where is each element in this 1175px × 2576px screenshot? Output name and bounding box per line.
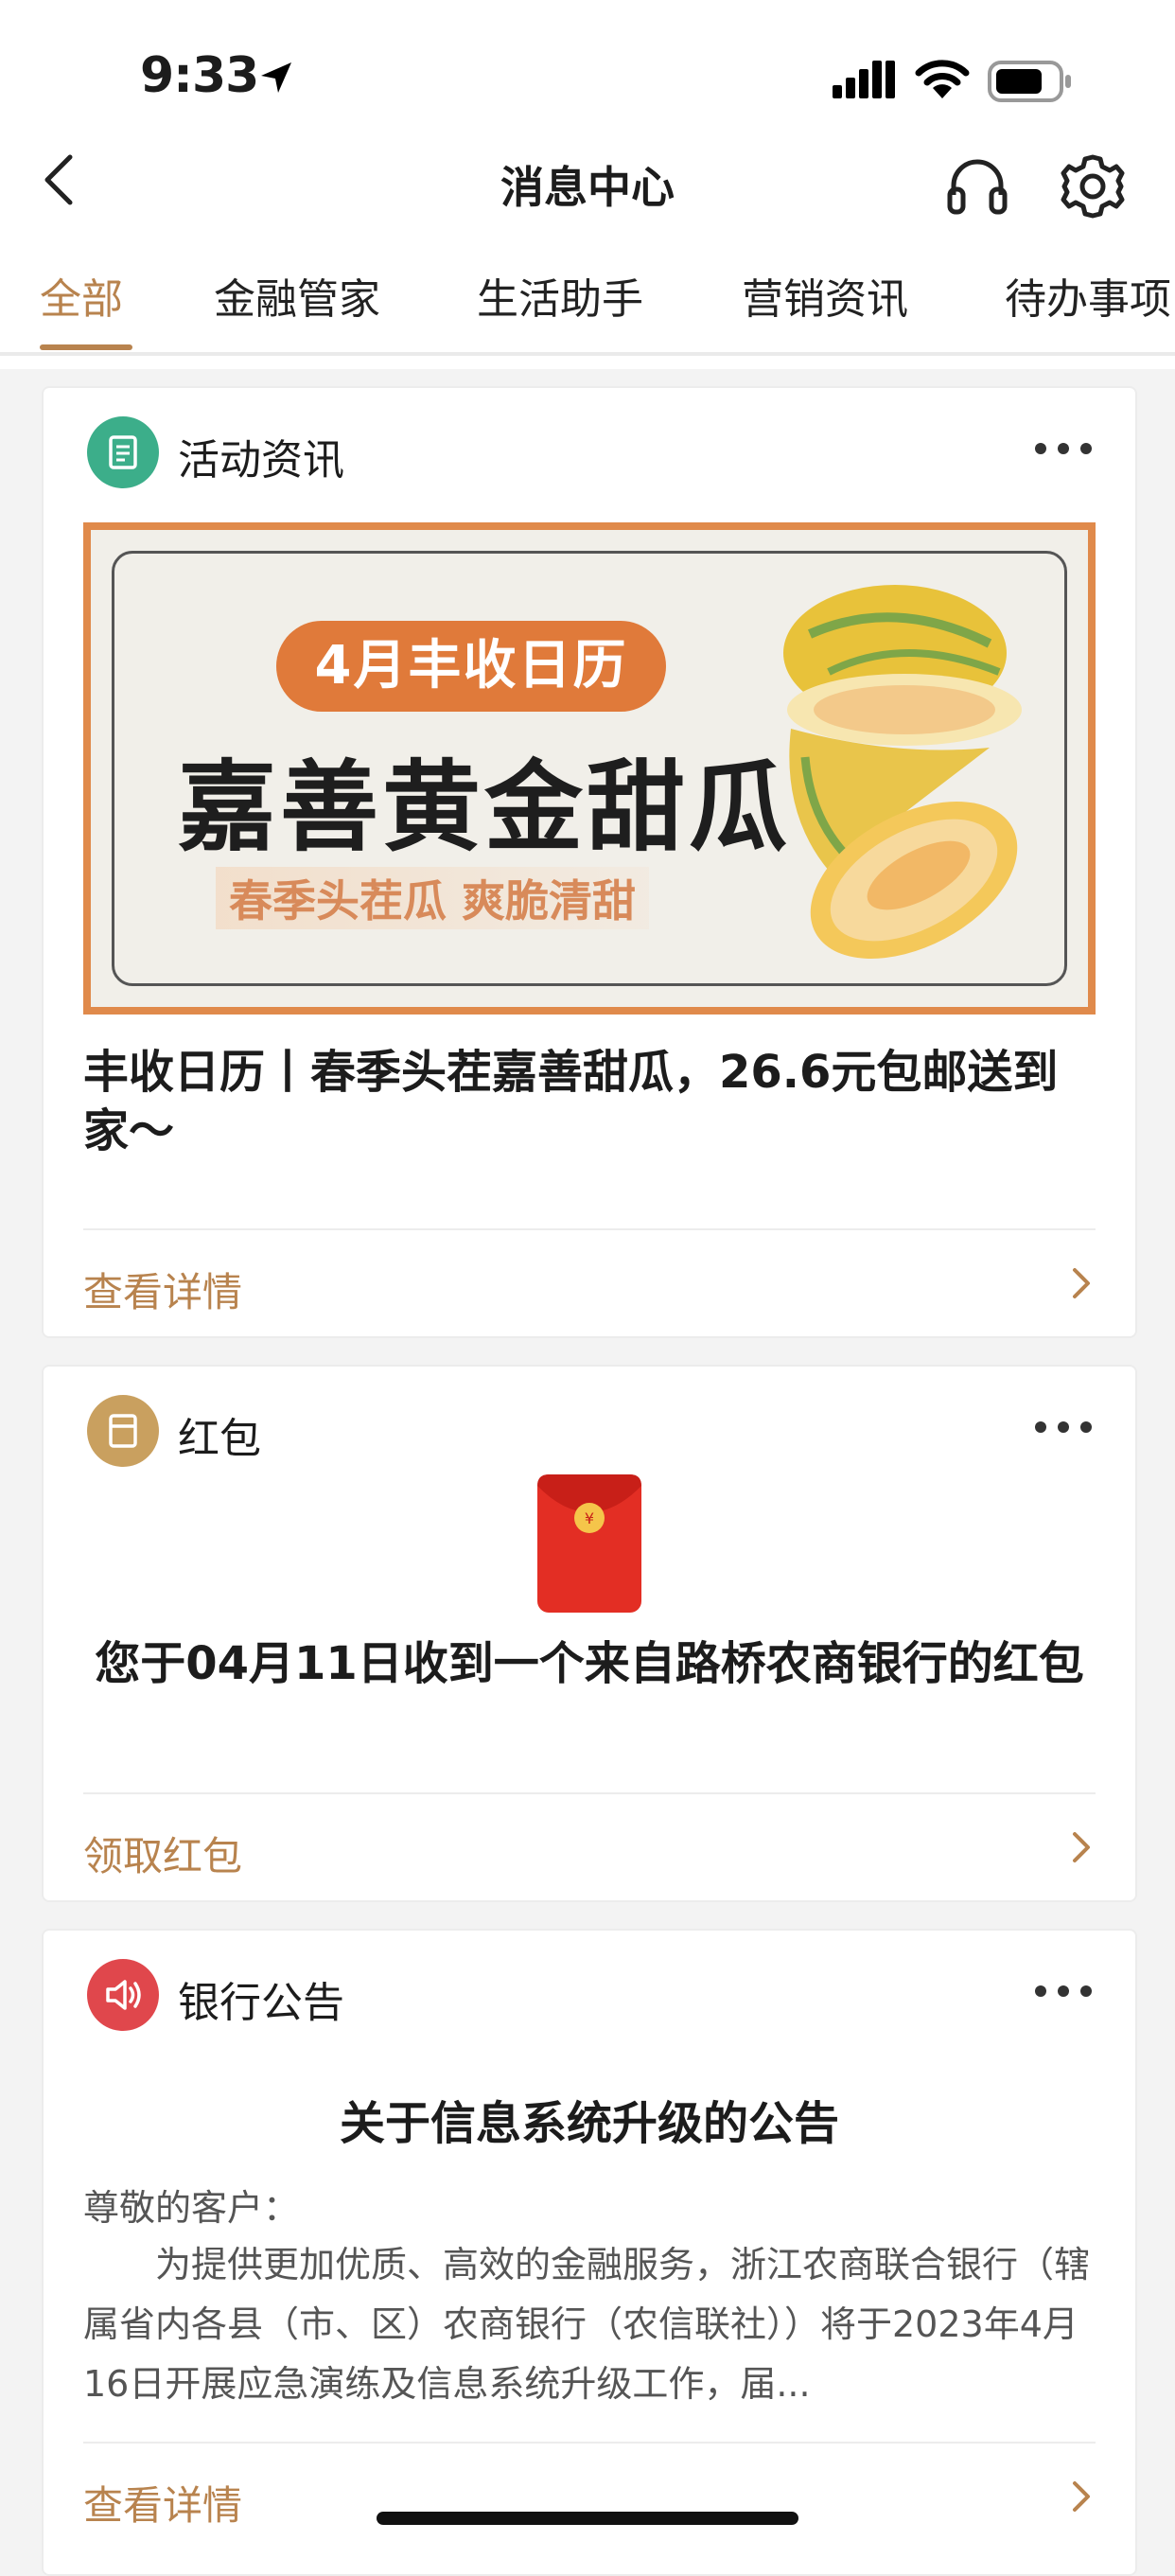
tab-marketing-info[interactable]: 营销资讯 <box>742 265 908 326</box>
tab-all[interactable]: 全部 <box>40 265 123 326</box>
headset-icon[interactable] <box>944 153 1010 220</box>
view-details-link[interactable]: 查看详情 <box>83 1247 1096 1323</box>
view-details-link[interactable]: 查看详情 <box>83 2461 1096 2536</box>
claim-red-packet-link[interactable]: 领取红包 <box>83 1811 1096 1887</box>
wifi-icon <box>915 60 970 98</box>
announcement-title[interactable]: 关于信息系统升级的公告 <box>44 2086 1135 2152</box>
card-divider <box>83 1792 1096 1794</box>
red-packet-icon <box>87 1395 159 1467</box>
claim-red-packet-label: 领取红包 <box>83 1833 243 1879</box>
battery-icon <box>988 61 1071 102</box>
tab-life-assistant[interactable]: 生活助手 <box>477 265 643 326</box>
red-packet-message[interactable]: 您于04月11日收到一个来自路桥农商银行的红包 <box>83 1635 1096 1692</box>
view-details-label: 查看详情 <box>83 2482 243 2529</box>
view-details-label: 查看详情 <box>83 1269 243 1315</box>
banner-title: 嘉善黄金甜瓜 <box>178 749 792 865</box>
svg-text:¥: ¥ <box>585 1509 594 1527</box>
message-card-activity[interactable]: 活动资讯 4月丰收日历 嘉善黄金甜瓜 春季头茬瓜 爽脆清甜 丰收日历丨春季头茬嘉… <box>42 386 1137 1338</box>
announcement-greeting: 尊敬的客户： <box>83 2187 300 2229</box>
tabs-divider <box>0 352 1175 356</box>
document-icon <box>87 416 159 488</box>
promo-banner[interactable]: 4月丰收日历 嘉善黄金甜瓜 春季头茬瓜 爽脆清甜 <box>83 522 1096 1015</box>
message-card-red-packet[interactable]: 红包 ¥ 您于04月11日收到一个来自路桥农商银行的红包 领取红包 <box>42 1365 1137 1902</box>
message-headline[interactable]: 丰收日历丨春季头茬嘉善甜瓜，26.6元包邮送到家～ <box>83 1043 1096 1160</box>
status-bar: 9:33 <box>0 0 1175 142</box>
status-time: 9:33 <box>140 47 259 104</box>
card-category: 红包 <box>178 1415 261 1463</box>
banner-subtitle: 春季头茬瓜 爽脆清甜 <box>216 867 650 929</box>
card-divider <box>83 1228 1096 1230</box>
speaker-icon <box>87 1959 159 2031</box>
card-category: 活动资讯 <box>178 436 344 485</box>
gear-icon[interactable] <box>1058 151 1128 221</box>
more-options-icon[interactable] <box>1035 443 1092 462</box>
more-options-icon[interactable] <box>1035 1421 1092 1440</box>
melon-illustration <box>783 585 1022 959</box>
active-tab-indicator <box>40 344 132 350</box>
more-options-icon[interactable] <box>1035 1985 1092 2004</box>
category-tabs: 全部 金融管家 生活助手 营销资讯 待办事项 <box>0 265 1175 356</box>
tab-todo[interactable]: 待办事项 <box>1005 265 1171 326</box>
location-arrow-icon <box>261 62 291 93</box>
cellular-signal-icon <box>833 61 895 98</box>
banner-pill: 4月丰收日历 <box>276 621 666 712</box>
chevron-right-icon <box>1073 1268 1090 1298</box>
message-card-announcement[interactable]: 银行公告 关于信息系统升级的公告 尊敬的客户： 为提供更加优质、高效的金融服务，… <box>42 1929 1137 2576</box>
chevron-right-icon <box>1073 1832 1090 1862</box>
announcement-body: 为提供更加优质、高效的金融服务，浙江农商联合银行（辖属省内各县（市、区）农商银行… <box>83 2244 1091 2405</box>
card-category: 银行公告 <box>178 1979 344 2027</box>
red-envelope-icon: ¥ <box>537 1474 641 1613</box>
card-divider <box>83 2442 1096 2444</box>
home-indicator[interactable] <box>377 2512 798 2525</box>
chevron-right-icon <box>1073 2481 1090 2512</box>
tab-finance-butler[interactable]: 金融管家 <box>214 265 380 326</box>
